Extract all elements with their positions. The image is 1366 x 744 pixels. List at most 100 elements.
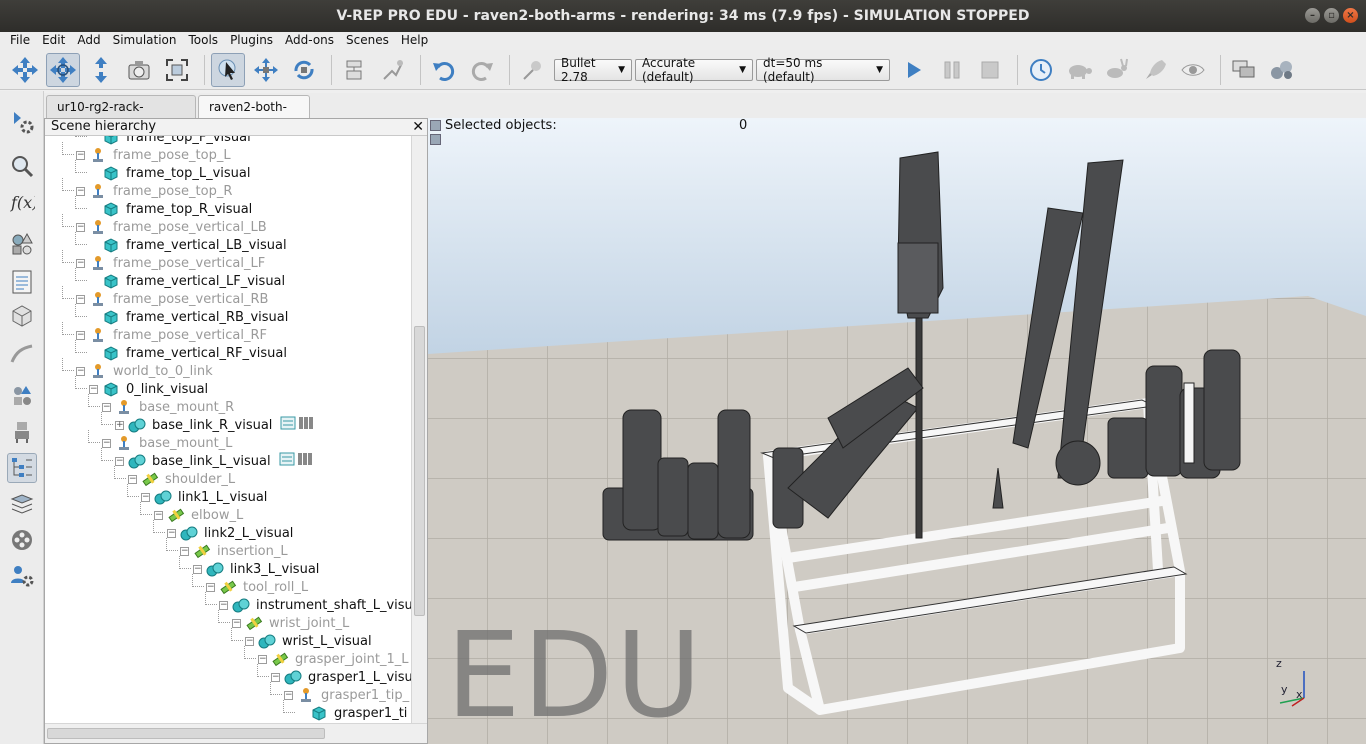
tree-item[interactable]: frame_vertical_LB_visual — [89, 236, 287, 254]
simulation-settings-button[interactable] — [7, 107, 37, 137]
tree-toggle[interactable]: + — [115, 420, 124, 430]
viewport-menu-button[interactable] — [430, 120, 441, 131]
model-browser-button[interactable] — [1265, 53, 1299, 87]
tree-item[interactable]: frame_vertical_LF_visual — [89, 272, 285, 290]
tree-item[interactable]: + base_link_R_visual — [115, 416, 314, 434]
tree-item[interactable]: − tool_roll_L — [206, 578, 308, 596]
start-simulation-button[interactable] — [897, 53, 931, 87]
tree-toggle[interactable]: − — [258, 654, 267, 664]
menu-plugins[interactable]: Plugins — [224, 32, 279, 50]
stop-simulation-button[interactable] — [973, 53, 1007, 87]
assemble-button[interactable] — [338, 53, 372, 87]
menu-addons[interactable]: Add-ons — [279, 32, 340, 50]
fit-to-view-button[interactable] — [160, 53, 194, 87]
tree-toggle[interactable]: − — [284, 690, 293, 700]
camera-rotate-button[interactable] — [46, 52, 80, 87]
tree-toggle[interactable]: − — [245, 636, 254, 646]
tree-item[interactable]: − world_to_0_link — [76, 362, 213, 380]
dynamics-toggle-button[interactable] — [516, 53, 550, 87]
menu-simulation[interactable]: Simulation — [107, 32, 183, 50]
tree-toggle[interactable]: − — [89, 384, 98, 394]
script-icons[interactable] — [280, 416, 314, 434]
menu-help[interactable]: Help — [395, 32, 434, 50]
tree-item[interactable]: − instrument_shaft_L_visua — [219, 596, 411, 614]
camera-angle-button[interactable] — [122, 53, 156, 87]
close-icon[interactable]: ✕ — [412, 119, 424, 135]
accuracy-select[interactable]: Accurate (default) ▼ — [635, 56, 753, 84]
path-edit-button[interactable] — [7, 339, 37, 369]
tree-item[interactable]: − shoulder_L — [128, 470, 235, 488]
tree-toggle[interactable]: − — [76, 330, 85, 340]
tree-item[interactable]: frame_vertical_RF_visual — [89, 344, 287, 362]
tree-item[interactable]: grasper1_ti — [297, 704, 407, 722]
object-shift-button[interactable] — [249, 53, 283, 87]
timestep-select[interactable]: dt=50 ms (default) ▼ — [756, 56, 890, 84]
tree-toggle[interactable]: − — [76, 186, 85, 196]
tree-item[interactable]: frame_top_F_visual — [89, 136, 251, 146]
shape-edit-button[interactable] — [7, 301, 37, 331]
menu-edit[interactable]: Edit — [36, 32, 71, 50]
camera-pan-button[interactable] — [8, 53, 42, 87]
tree-toggle[interactable]: − — [219, 600, 228, 610]
pause-simulation-button[interactable] — [935, 53, 969, 87]
tree-toggle[interactable]: − — [167, 528, 176, 538]
object-properties-button[interactable] — [7, 151, 37, 181]
tree-toggle[interactable]: − — [115, 456, 124, 466]
close-button[interactable]: × — [1343, 8, 1358, 23]
hierarchy-tree[interactable]: frame_top_F_visual − frame_pose_top_Lframe… — [45, 136, 411, 723]
scene-viewport[interactable]: z y x Selected objects: 0 EDU — [428, 118, 1366, 744]
tree-item[interactable]: − frame_pose_vertical_RB — [76, 290, 268, 308]
object-rotate-button[interactable] — [287, 53, 321, 87]
speed-up-button[interactable] — [1100, 53, 1134, 87]
menu-add[interactable]: Add — [71, 32, 106, 50]
scripts-button[interactable] — [7, 267, 37, 297]
tree-toggle[interactable]: − — [102, 438, 111, 448]
layers-button[interactable] — [7, 489, 37, 519]
scene-hierarchy-toggle-button[interactable] — [7, 453, 37, 483]
tree-toggle[interactable]: − — [180, 546, 189, 556]
minimize-button[interactable]: – — [1305, 8, 1320, 23]
tree-item[interactable]: − frame_pose_top_L — [76, 146, 231, 164]
tree-item[interactable]: − frame_pose_vertical_RF — [76, 326, 267, 344]
tree-toggle[interactable]: − — [76, 150, 85, 160]
tree-item[interactable]: − 0_link_visual — [89, 380, 208, 398]
collections-button[interactable] — [7, 229, 37, 259]
user-settings-button[interactable] — [7, 561, 37, 591]
tree-item[interactable]: − base_mount_L — [102, 434, 232, 452]
tree-toggle[interactable]: − — [232, 618, 241, 628]
tree-toggle[interactable]: − — [76, 258, 85, 268]
tree-toggle[interactable]: − — [76, 366, 85, 376]
redo-button[interactable] — [465, 53, 499, 87]
tree-toggle[interactable]: − — [141, 492, 150, 502]
scene-browser-button[interactable] — [1227, 53, 1261, 87]
tree-toggle[interactable]: − — [206, 582, 215, 592]
tree-item[interactable]: frame_vertical_RB_visual — [89, 308, 288, 326]
visualization-toggle-button[interactable] — [1176, 53, 1210, 87]
click-select-button[interactable] — [211, 52, 245, 87]
physics-engine-select[interactable]: Bullet 2.78 ▼ — [554, 56, 632, 84]
model-browser-toggle-button[interactable] — [7, 381, 37, 411]
tree-toggle[interactable]: − — [193, 564, 202, 574]
viewport-menu-button[interactable] — [430, 134, 441, 145]
tree-item[interactable]: − frame_pose_top_R — [76, 182, 232, 200]
menu-tools[interactable]: Tools — [183, 32, 225, 50]
tree-item[interactable]: − grasper1_L_visu — [271, 668, 411, 686]
realtime-button[interactable] — [1024, 53, 1058, 87]
tree-item[interactable]: − link2_L_visual — [167, 524, 293, 542]
transfer-dna-button[interactable] — [376, 53, 410, 87]
tree-item[interactable]: − wrist_L_visual — [245, 632, 372, 650]
undo-button[interactable] — [427, 53, 461, 87]
horizontal-scrollbar[interactable] — [45, 723, 427, 743]
tree-item[interactable]: − wrist_joint_L — [232, 614, 349, 632]
camera-shift-button[interactable] — [84, 53, 118, 87]
maximize-button[interactable]: ▫ — [1324, 8, 1339, 23]
calculation-modules-button[interactable]: f(x) — [7, 187, 37, 217]
tree-toggle[interactable]: − — [102, 402, 111, 412]
tree-item[interactable]: − frame_pose_vertical_LF — [76, 254, 265, 272]
tree-item[interactable]: − elbow_L — [154, 506, 243, 524]
video-recorder-button[interactable] — [7, 525, 37, 555]
tree-item[interactable]: − grasper1_tip_ — [284, 686, 409, 704]
menu-file[interactable]: File — [4, 32, 36, 50]
tree-toggle[interactable]: − — [76, 294, 85, 304]
tree-item[interactable]: frame_top_R_visual — [89, 200, 252, 218]
